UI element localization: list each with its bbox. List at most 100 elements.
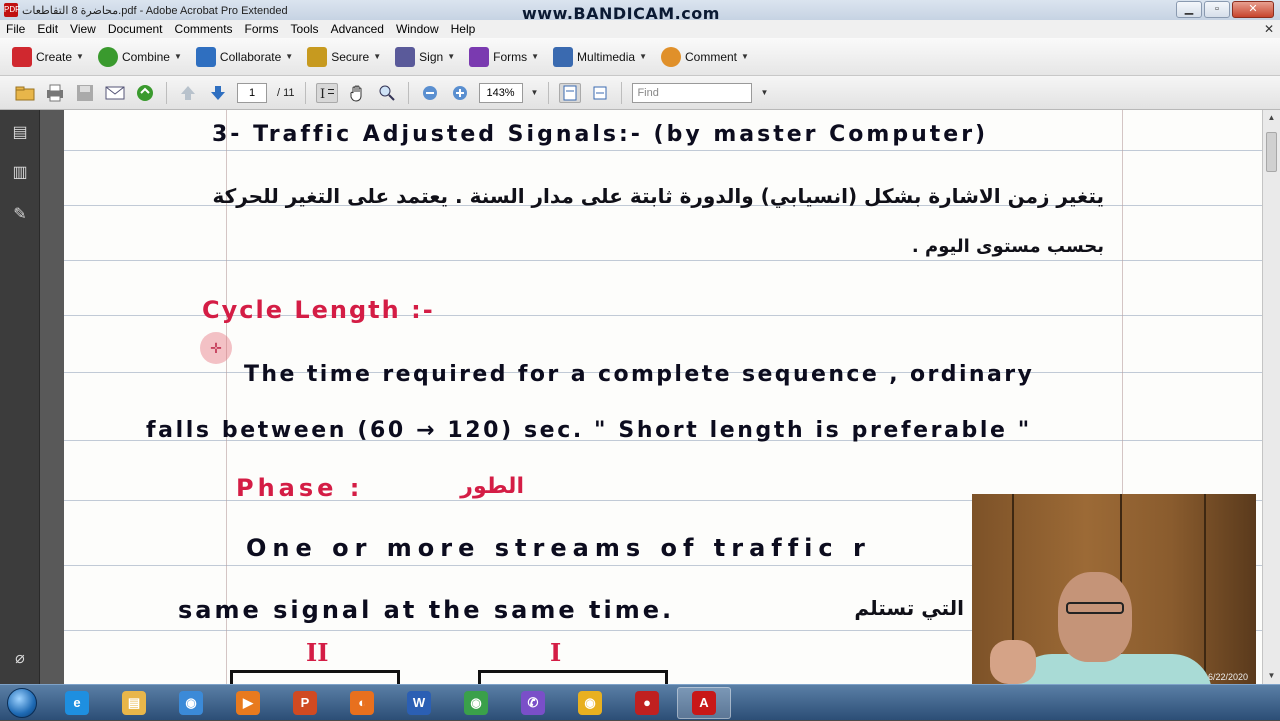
zoom-dropdown-icon[interactable]: ▼ [531, 88, 539, 97]
combine-icon [97, 46, 118, 67]
comment-label: Comment [684, 49, 737, 64]
pages-panel-icon[interactable]: ▤ [11, 122, 29, 142]
sign-label: Sign [419, 49, 444, 64]
zoom-level-field[interactable]: 143% [478, 82, 523, 103]
toolbar-divider [621, 81, 623, 104]
secure-button[interactable]: Secure ▼ [307, 46, 382, 67]
page-total: / 11 [277, 86, 295, 99]
open-folder-icon[interactable] [14, 83, 36, 103]
menu-tools[interactable]: Tools [291, 22, 319, 36]
maximize-button[interactable]: ▫ [1204, 1, 1230, 18]
comment-button[interactable]: Comment ▼ [660, 46, 749, 67]
taskbar-app[interactable]: A [677, 686, 731, 719]
create-button[interactable]: Create ▼ [12, 46, 84, 67]
presenter-glasses [1066, 602, 1124, 614]
cycle-length-line-1: The time required for a complete sequenc… [244, 362, 1035, 387]
scrollbar-thumb[interactable] [1266, 132, 1277, 172]
navigation-panel: ▤ ▥ ✎ ⌀ [0, 110, 40, 684]
navigation-toolbar: 1 / 11 I 143% ▼ Find ▼ [0, 76, 1280, 110]
signatures-panel-icon[interactable]: ✎ [11, 204, 29, 224]
multimedia-icon [553, 46, 574, 67]
forms-button[interactable]: Forms ▼ [469, 46, 539, 67]
toolbar-divider [548, 81, 550, 104]
zoom-in-icon[interactable] [449, 83, 471, 103]
webcam-overlay: 6/22/2020 [972, 494, 1256, 684]
find-input[interactable]: Find [632, 82, 753, 103]
taskbar-app[interactable]: ▶ [221, 687, 275, 719]
save-icon[interactable] [74, 83, 96, 103]
fit-page-icon[interactable] [559, 82, 582, 103]
zoom-tool-icon[interactable] [376, 83, 398, 103]
start-button[interactable] [0, 685, 44, 721]
diagram-box-I [478, 670, 668, 684]
find-dropdown-icon[interactable]: ▼ [760, 88, 768, 97]
minimize-button[interactable]: ▁ [1176, 1, 1202, 18]
chevron-down-icon: ▼ [76, 52, 84, 61]
taskbar-app[interactable]: P [278, 687, 332, 719]
menu-forms[interactable]: Forms [245, 22, 279, 36]
taskbar-app[interactable]: ◉ [449, 687, 503, 719]
collaborate-icon [195, 46, 216, 67]
share-icon[interactable] [134, 83, 156, 103]
chevron-down-icon: ▼ [373, 52, 382, 61]
toolbar-divider [407, 81, 409, 104]
menu-view[interactable]: View [70, 22, 96, 36]
taskbar-app[interactable]: W [392, 687, 446, 719]
chrome2-icon: ◉ [464, 690, 488, 715]
phase-line-2: same signal at the same time. [178, 596, 675, 624]
zoom-out-icon[interactable] [419, 83, 441, 103]
webcam-background [1204, 494, 1206, 684]
print-icon[interactable] [44, 83, 66, 103]
attachments-panel-icon[interactable]: ⌀ [11, 648, 29, 668]
forms-label: Forms [493, 49, 528, 64]
collaborate-button[interactable]: Collaborate ▼ [195, 46, 293, 67]
phase-line-1: One or more streams of traffic r [246, 534, 871, 562]
combine-button[interactable]: Combine ▼ [97, 46, 182, 67]
phase-arabic: الطور [460, 474, 524, 499]
forms-icon [469, 46, 490, 67]
page-number-input[interactable]: 1 [237, 82, 267, 103]
taskbar-app[interactable]: ▤ [107, 687, 161, 719]
cycle-length-line-2: falls between (60 → 120) sec. " Short le… [146, 418, 1032, 443]
menu-advanced[interactable]: Advanced [331, 22, 384, 36]
word-icon: W [407, 690, 431, 715]
multimedia-button[interactable]: Multimedia ▼ [553, 46, 647, 67]
taskbar-app[interactable]: e [50, 687, 104, 719]
menu-window[interactable]: Window [396, 22, 439, 36]
select-tool-icon[interactable]: I [315, 82, 338, 103]
phase-label-I: I [550, 638, 562, 667]
menu-help[interactable]: Help [451, 22, 476, 36]
fit-width-icon[interactable] [589, 83, 611, 103]
menu-edit[interactable]: Edit [37, 22, 58, 36]
taskbar-app[interactable]: ✆ [506, 687, 560, 719]
collaborate-label: Collaborate [219, 49, 282, 64]
hand-tool-icon[interactable] [346, 83, 368, 103]
powerpoint-icon: P [293, 690, 317, 715]
vertical-scrollbar[interactable]: ▲ ▼ [1262, 110, 1280, 684]
menu-comments[interactable]: Comments [175, 22, 233, 36]
firefox-icon: ◐ [350, 690, 374, 715]
next-page-icon[interactable] [207, 83, 229, 103]
taskbar-app[interactable]: ◉ [563, 687, 617, 719]
chrome-icon: ◉ [179, 690, 203, 715]
taskbar-app[interactable]: ◉ [164, 687, 218, 719]
previous-page-icon[interactable] [177, 83, 199, 103]
combine-label: Combine [121, 49, 170, 64]
menu-document[interactable]: Document [108, 22, 163, 36]
pdf-icon: PDF [4, 3, 20, 17]
bookmarks-panel-icon[interactable]: ▥ [11, 162, 29, 182]
menu-file[interactable]: File [6, 22, 25, 36]
scroll-up-icon[interactable]: ▲ [1263, 110, 1280, 126]
arabic-line-2: بحسب مستوى اليوم . [911, 236, 1104, 257]
recorder-icon: ● [635, 690, 659, 715]
email-icon[interactable] [104, 83, 126, 103]
close-button[interactable]: ✕ [1232, 1, 1274, 18]
taskbar-app[interactable]: ● [620, 687, 674, 719]
scroll-down-icon[interactable]: ▼ [1263, 668, 1280, 684]
taskbar-app[interactable]: ◐ [335, 687, 389, 719]
close-document-button[interactable]: ✕ [1264, 22, 1274, 36]
sign-button[interactable]: Sign ▼ [395, 46, 455, 67]
presenter-head [1058, 572, 1132, 662]
media-player-icon: ▶ [236, 690, 260, 715]
presenter-hand [990, 640, 1036, 684]
